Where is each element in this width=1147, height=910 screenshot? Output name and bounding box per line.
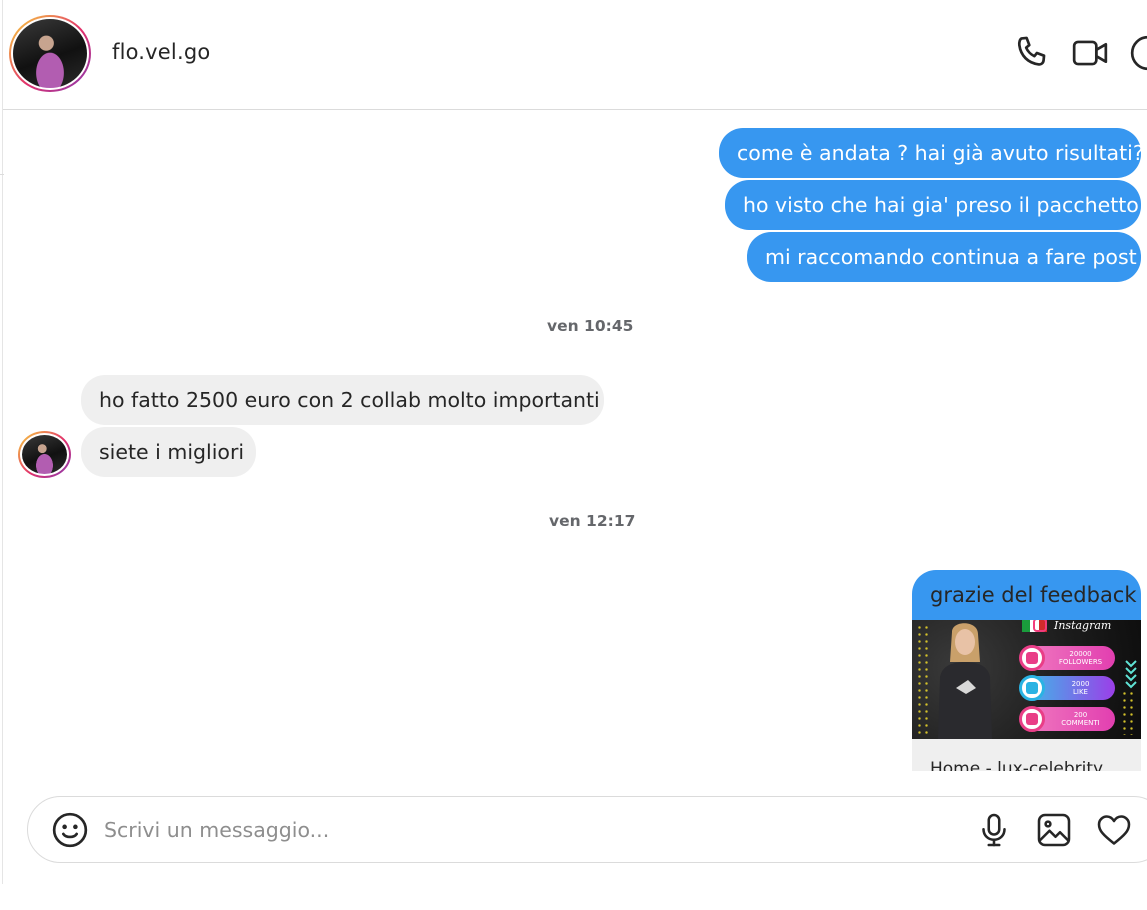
emoji-icon[interactable] [51, 811, 89, 849]
sender-avatar[interactable] [18, 431, 71, 478]
likes-stat-icon [1019, 675, 1045, 701]
phone-icon[interactable] [1013, 34, 1051, 72]
microphone-icon[interactable] [976, 812, 1012, 848]
message-input[interactable] [104, 811, 964, 849]
instagram-logo-icon [1033, 620, 1047, 632]
outgoing-message[interactable]: come è andata ? hai già avuto risultati? [719, 128, 1144, 178]
image-icon[interactable] [1036, 812, 1072, 848]
left-panel-divider [0, 174, 4, 175]
incoming-message[interactable]: siete i migliori [81, 427, 256, 477]
decorative-dots [1121, 690, 1137, 735]
model-photo [938, 623, 992, 739]
comments-stat-icon [1019, 706, 1045, 732]
contact-avatar[interactable] [9, 15, 91, 92]
chevrons-down-icon [1125, 660, 1137, 689]
video-camera-icon[interactable] [1071, 34, 1109, 72]
message-timestamp: ven 10:45 [547, 317, 634, 335]
sender-photo [22, 435, 67, 474]
outgoing-message[interactable]: grazie del feedback [912, 570, 1141, 620]
shared-post-link[interactable]: Home - lux-celebrity [930, 759, 1103, 771]
brand-label: Instagram [1054, 620, 1112, 632]
message-timestamp: ven 12:17 [549, 512, 636, 530]
conversation-header: flo.vel.go [3, 0, 1147, 110]
contact-photo [13, 19, 87, 88]
outgoing-message[interactable]: ho visto che hai gia' preso il pacchetto [725, 180, 1141, 230]
shared-post-image[interactable]: Instagram 20000 FOLLOWERS 2000 LIKE 200 … [912, 620, 1141, 739]
left-panel-edge [0, 0, 3, 884]
info-icon[interactable] [1129, 34, 1147, 72]
contact-username[interactable]: flo.vel.go [112, 40, 210, 64]
outgoing-message[interactable]: mi raccomando continua a fare post [747, 232, 1141, 282]
message-composer [27, 796, 1147, 863]
shared-post-card[interactable]: grazie del feedback Instagram 20000 FOLL… [912, 570, 1141, 771]
followers-stat-icon [1019, 645, 1045, 671]
heart-icon[interactable] [1096, 812, 1132, 848]
incoming-message[interactable]: ho fatto 2500 euro con 2 collab molto im… [81, 375, 604, 425]
